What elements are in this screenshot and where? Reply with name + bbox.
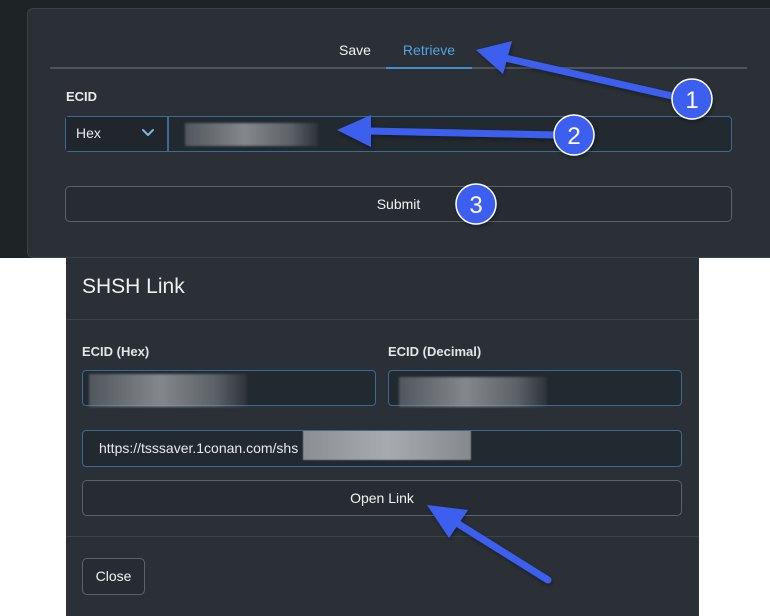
ecid-decimal-field[interactable]	[388, 370, 682, 407]
ecid-input[interactable]	[169, 117, 731, 151]
shsh-link-value: https://tsssaver.1conan.com/shs	[99, 440, 299, 456]
ecid-label: ECID	[66, 89, 98, 104]
modal-footer-divider	[66, 536, 699, 537]
format-select-value: Hex	[76, 125, 101, 141]
ecid-input-group: Hex	[65, 116, 732, 152]
redacted-ecid	[185, 123, 318, 146]
submit-button[interactable]: Submit	[65, 186, 732, 222]
redacted-link	[303, 431, 471, 460]
redacted-ecid-hex	[89, 374, 247, 407]
modal-title: SHSH Link	[82, 275, 185, 298]
ecid-decimal-label: ECID (Decimal)	[388, 344, 482, 359]
tab-save[interactable]: Save	[324, 36, 386, 67]
tab-retrieve[interactable]: Retrieve	[386, 36, 472, 69]
tab-bar: Save Retrieve	[50, 36, 747, 69]
close-button[interactable]: Close	[82, 558, 145, 595]
format-select[interactable]: Hex	[66, 117, 169, 151]
modal-header-divider	[66, 319, 699, 320]
shsh-link-modal: SHSH Link ECID (Hex) ECID (Decimal) http…	[66, 258, 699, 616]
redacted-ecid-decimal	[399, 377, 547, 407]
ecid-hex-field[interactable]	[82, 370, 376, 407]
stage: Save Retrieve ECID Hex Submit SHSH Link …	[0, 0, 770, 616]
open-link-button[interactable]: Open Link	[82, 480, 682, 516]
shsh-link-field[interactable]: https://tsssaver.1conan.com/shs	[82, 430, 682, 467]
ecid-hex-label: ECID (Hex)	[82, 344, 150, 359]
chevron-down-icon	[141, 126, 155, 140]
